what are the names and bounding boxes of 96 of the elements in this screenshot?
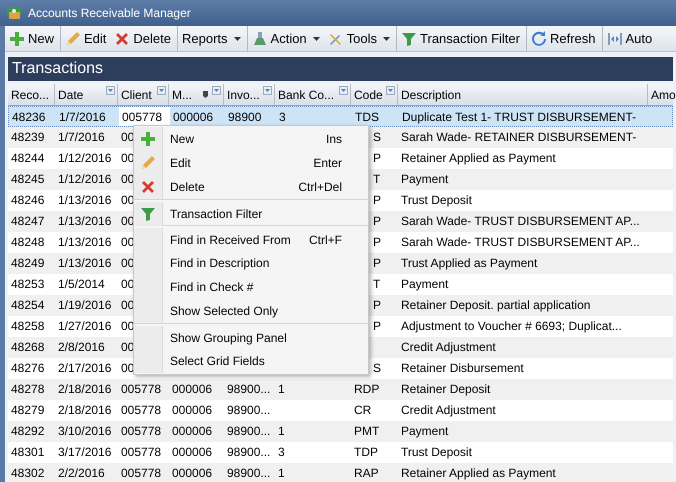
table-cell: 1/12/2016: [58, 151, 112, 165]
window-title: Accounts Receivable Manager: [28, 5, 191, 22]
table-cell: 48245: [11, 172, 44, 186]
table-cell: 1/13/2016: [58, 256, 112, 270]
table-cell: 98900...: [227, 382, 270, 396]
table-cell: TDP: [354, 445, 378, 459]
panel-header: Transactions: [8, 57, 673, 81]
table-cell: 1: [278, 382, 285, 396]
table-cell: S: [373, 361, 382, 375]
table-cell: 48279: [11, 403, 44, 417]
table-cell: 000006: [172, 403, 212, 417]
table-cell: Duplicate Test 1- TRUST DISBURSEMENT-: [402, 110, 636, 124]
table-cell: P: [373, 298, 382, 312]
table-cell: Adjustment to Voucher # 6693; Duplicat...: [401, 319, 622, 333]
table-cell: 98900...: [227, 424, 270, 438]
table-cell: 1: [278, 466, 285, 480]
table-cell: Payment: [401, 172, 448, 186]
table-cell: 005778: [121, 466, 162, 480]
table-cell: 3/10/2016: [58, 424, 112, 438]
table-cell: 1/13/2016: [58, 214, 112, 228]
table-cell: Retainer Deposit. partial application: [401, 298, 590, 312]
table-cell: 2/17/2016: [58, 361, 112, 375]
table-cell: 48278: [11, 382, 44, 396]
table-cell: 48292: [11, 424, 44, 438]
table-cell: 48276: [11, 361, 44, 375]
table-cell: 48302: [11, 466, 44, 480]
table-cell: S: [373, 130, 382, 144]
table-cell: Retainer Applied as Payment: [401, 466, 556, 480]
table-cell: 1/5/2014: [58, 277, 105, 291]
table-cell: RDP: [354, 382, 380, 396]
table-cell: 48301: [11, 445, 44, 459]
table-cell: Retainer Disbursement: [401, 361, 524, 375]
table-cell: 98900...: [227, 403, 270, 417]
table-cell: PMT: [354, 424, 380, 438]
table-cell: T: [373, 172, 380, 186]
table-cell: 48239: [11, 130, 44, 144]
table-cell: 3/17/2016: [58, 445, 112, 459]
table-cell: Payment: [401, 277, 448, 291]
table-cell: 48249: [11, 256, 44, 270]
table-cell: 1/7/2016: [59, 110, 106, 124]
table-cell: 98900...: [227, 445, 270, 459]
table-cell: 98900: [228, 110, 262, 124]
table-cell: P: [373, 214, 382, 228]
table-cell: Sarah Wade- TRUST DISBURSEMENT AP...: [401, 235, 640, 249]
table-cell: Sarah Wade- RETAINER DISBURSEMENT-: [401, 130, 636, 144]
table-cell: 005778: [121, 445, 162, 459]
table-cell: 1/7/2016: [58, 130, 105, 144]
table-cell: 005778: [121, 403, 162, 417]
table-cell: Credit Adjustment: [401, 403, 496, 417]
table-cell: 1/27/2016: [58, 319, 112, 333]
table-cell: RAP: [354, 466, 379, 480]
table-cell: 000006: [172, 424, 212, 438]
table-cell: Retainer Deposit: [401, 382, 490, 396]
table-cell: 000006: [172, 466, 212, 480]
table-cell: 005778: [121, 382, 162, 396]
table-cell: 48247: [11, 214, 44, 228]
table-cell: 000006: [173, 110, 214, 124]
table-cell: 000006: [172, 382, 212, 396]
table-cell: 000006: [172, 445, 212, 459]
table-cell: Trust Deposit: [401, 445, 472, 459]
table-cell: 005778: [122, 110, 162, 124]
table-cell: Credit Adjustment: [401, 340, 496, 354]
table-cell: 3: [279, 110, 286, 124]
table-cell: Trust Deposit: [401, 193, 472, 207]
table-cell: 48236: [12, 110, 46, 124]
table-cell: Sarah Wade- TRUST DISBURSEMENT AP...: [401, 214, 640, 228]
table-cell: 98900...: [227, 466, 270, 480]
table-cell: Trust Applied as Payment: [401, 256, 538, 270]
table-cell: 2/18/2016: [58, 403, 112, 417]
table-cell: 48246: [11, 193, 44, 207]
table-cell: 48268: [11, 340, 44, 354]
table-cell: TDS: [355, 110, 379, 124]
table-cell: Retainer Applied as Payment: [401, 151, 556, 165]
table-cell: 2/8/2016: [58, 340, 105, 354]
table-cell: P: [373, 193, 382, 207]
table-cell: P: [373, 235, 382, 249]
table-cell: 48254: [11, 298, 44, 312]
table-cell: 48248: [11, 235, 44, 249]
table-cell: 3: [278, 445, 285, 459]
table-cell: 1/19/2016: [58, 298, 112, 312]
table-cell: 1/13/2016: [58, 193, 112, 207]
table-cell: 48244: [11, 151, 44, 165]
table-cell: 2/18/2016: [58, 382, 112, 396]
table-cell: 48253: [11, 277, 44, 291]
table-cell: P: [373, 319, 382, 333]
table-cell: CR: [354, 403, 372, 417]
table-cell: 1/12/2016: [58, 172, 112, 186]
table-cell: Payment: [401, 424, 448, 438]
table-cell: 1: [278, 424, 285, 438]
table-cell: 005778: [121, 424, 162, 438]
table-cell: 48258: [11, 319, 44, 333]
table-cell: P: [373, 256, 382, 270]
table-cell: P: [373, 151, 382, 165]
table-cell: 2/2/2016: [58, 466, 105, 480]
table-cell: T: [373, 277, 380, 291]
table-cell: 1/13/2016: [58, 235, 112, 249]
